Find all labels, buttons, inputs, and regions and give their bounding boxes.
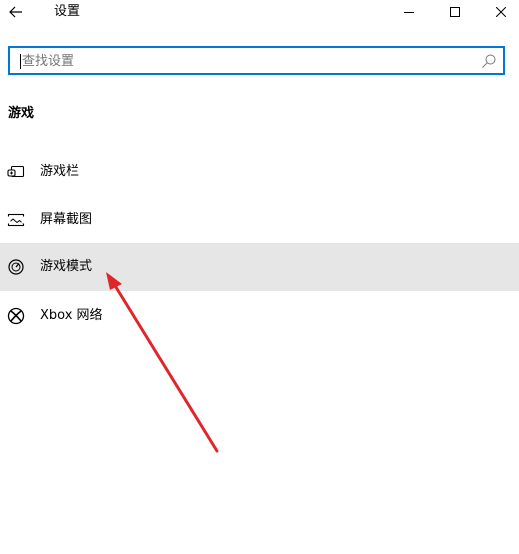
minimize-icon [404, 12, 414, 13]
back-button[interactable] [0, 0, 32, 24]
text-caret [20, 54, 21, 69]
minimize-button[interactable] [386, 0, 432, 24]
maximize-icon [450, 7, 460, 17]
screenshot-icon [7, 213, 25, 227]
nav-label-xbox-network: Xbox 网络 [40, 308, 103, 323]
close-button[interactable] [478, 0, 519, 24]
nav-label-screenshot: 屏幕截图 [40, 212, 93, 227]
game-mode-icon [8, 259, 24, 275]
back-arrow-icon [9, 6, 22, 18]
close-icon [496, 7, 506, 17]
nav-label-game-bar: 游戏栏 [40, 164, 80, 179]
section-heading: 游戏 [8, 106, 35, 121]
nav-item-screenshot[interactable]: 屏幕截图 [0, 196, 519, 244]
nav-item-game-bar[interactable]: 游戏栏 [0, 148, 519, 196]
settings-window: 设置 游戏 [0, 0, 519, 554]
nav-item-xbox-network[interactable]: Xbox 网络 [0, 292, 519, 340]
game-bar-icon [7, 165, 25, 178]
window-title: 设置 [54, 4, 81, 19]
maximize-button[interactable] [432, 0, 478, 24]
title-bar: 设置 [0, 0, 519, 24]
nav-item-game-mode[interactable]: 游戏模式 [0, 243, 519, 291]
nav-label-game-mode: 游戏模式 [40, 259, 93, 274]
search-input[interactable] [22, 52, 462, 70]
xbox-icon [7, 307, 25, 325]
search-box[interactable] [8, 46, 505, 75]
search-icon[interactable] [481, 53, 497, 69]
